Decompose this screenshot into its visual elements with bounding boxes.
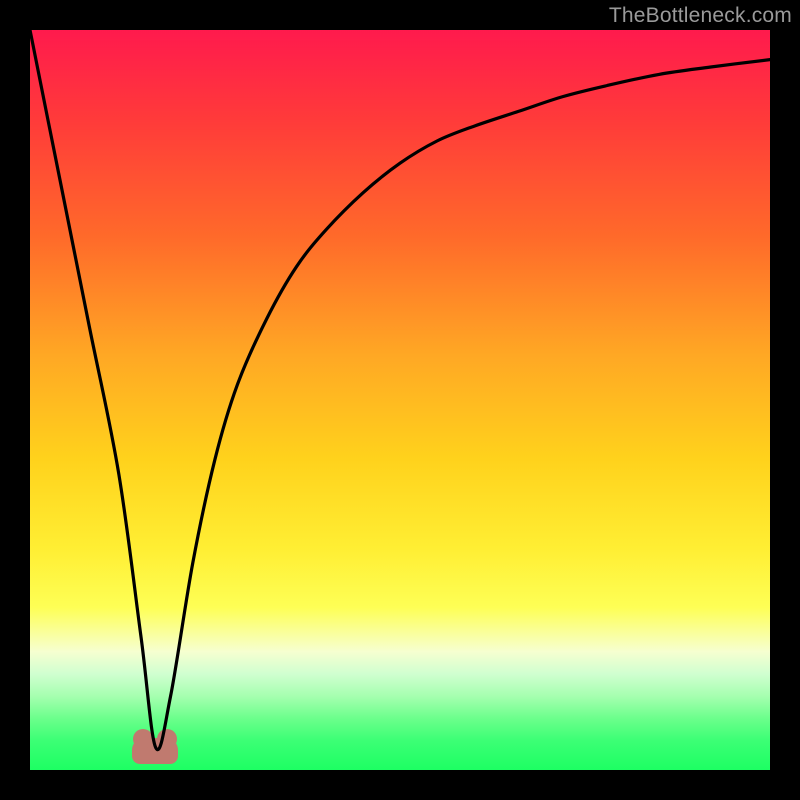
chart-frame: TheBottleneck.com xyxy=(0,0,800,800)
watermark-text: TheBottleneck.com xyxy=(609,4,792,28)
bottleneck-curve xyxy=(30,30,770,770)
plot-area xyxy=(30,30,770,770)
